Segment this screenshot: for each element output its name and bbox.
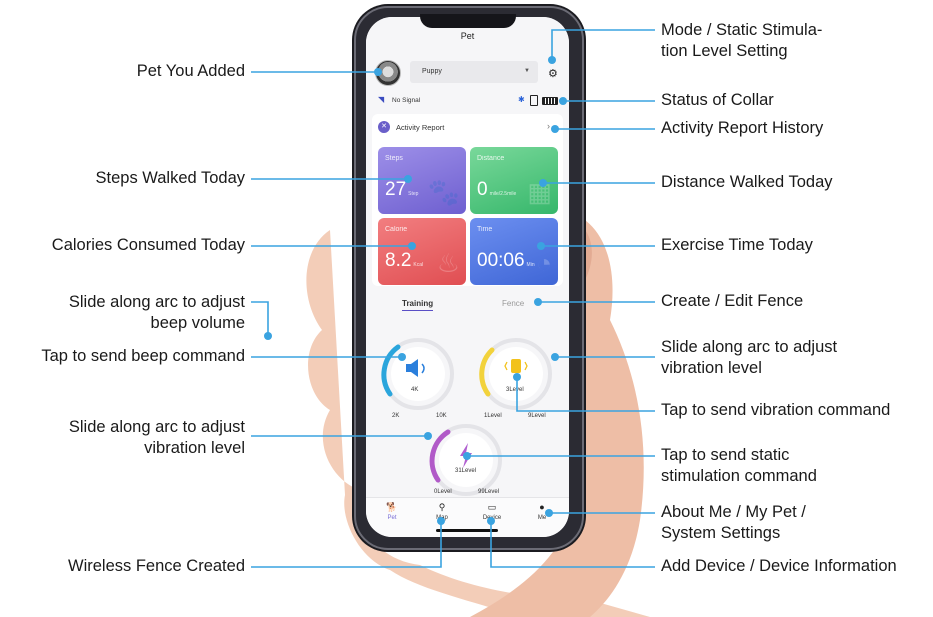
chevron-right-icon[interactable]: › [547, 121, 550, 131]
activity-icon: ✕ [378, 121, 390, 133]
distance-label: Distance [477, 155, 505, 162]
home-indicator [436, 529, 498, 532]
vibration-value: 3Level [506, 387, 524, 393]
time-tile[interactable]: Time ◔ 00:06 Min [470, 218, 558, 285]
beep-dial[interactable] [381, 338, 454, 410]
time-value: 00:06 [477, 250, 525, 271]
user-icon: ● [539, 502, 545, 512]
static-dial[interactable] [429, 424, 502, 496]
static-min: 0Level [434, 489, 452, 495]
steps-value: 27 [385, 179, 407, 200]
vibration-min: 1Level [484, 413, 502, 419]
distance-value: 0 [477, 179, 488, 200]
label-exercise-time: Exercise Time Today [661, 236, 813, 254]
label-activity-history: Activity Report History [661, 119, 824, 137]
label-add-device: Add Device / Device Information [661, 557, 897, 575]
calorie-tile[interactable]: Calorie ♨ 8.2 Kcal [378, 218, 466, 285]
calorie-label: Calorie [385, 226, 408, 233]
label-status-collar: Status of Collar [661, 91, 774, 109]
label-about-me: About Me / My Pet / System Settings [661, 503, 806, 542]
gear-icon[interactable]: ⚙ [548, 67, 558, 80]
label-static-tap: Tap to send static stimulation command [661, 446, 817, 485]
nav-map[interactable]: ⚲ Map [422, 502, 462, 521]
calorie-unit: Kcal [413, 262, 424, 268]
bluetooth-icon: ✱ [518, 95, 525, 104]
nav-me-label: Me [537, 515, 547, 521]
nav-map-label: Map [436, 515, 448, 521]
steps-unit: Step [408, 191, 419, 197]
app-title: Pet [460, 31, 475, 41]
pet-select[interactable]: Puppy ▼ [410, 61, 538, 83]
label-steps: Steps Walked Today [95, 169, 246, 187]
map-icon: ⚲ [438, 502, 446, 512]
signal-status: No Signal [392, 97, 421, 104]
device-icon: ▭ [487, 502, 497, 512]
label-fence: Create / Edit Fence [661, 292, 804, 310]
battery-icon [542, 97, 558, 105]
static-value: 31Level [455, 468, 477, 474]
nav-pet-label: Pet [387, 515, 397, 521]
chevron-down-icon: ▼ [524, 68, 530, 74]
ruler-icon: ▦ [527, 177, 552, 207]
calorie-value: 8.2 [385, 250, 412, 271]
collar-icon [530, 95, 538, 106]
label-static-slide: Slide along arc to adjust vibration leve… [68, 418, 245, 457]
label-mode-setting: Mode / Static Stimula- tion Level Settin… [661, 21, 823, 60]
label-distance: Distance Walked Today [661, 173, 833, 191]
distance-tile[interactable]: Distance ▦ 0 mile/2.5mile [470, 147, 558, 214]
time-label: Time [477, 226, 493, 233]
phone-screen: Pet Puppy ▼ ⚙ ◥ No Signal ✱ ✕ Activity R… [366, 17, 569, 537]
distance-unit: mile/2.5mile [489, 191, 517, 197]
paw-icon: 🐾 [427, 177, 460, 207]
phone-notch [420, 14, 516, 28]
flame-icon: ♨ [436, 248, 460, 278]
pet-avatar[interactable] [375, 60, 401, 86]
static-max: 99Level [478, 489, 500, 495]
nav-device-label: Device [482, 515, 502, 521]
signal-icon: ◥ [378, 95, 385, 104]
nav-device[interactable]: ▭ Device [472, 502, 512, 521]
pet-name: Puppy [422, 68, 442, 75]
beep-value: 4K [411, 387, 419, 393]
time-unit: Min [526, 262, 535, 268]
label-pet-you-added: Pet You Added [136, 62, 245, 80]
vibration-max: 9Level [528, 413, 546, 419]
steps-tile[interactable]: Steps 🐾 27 Step [378, 147, 466, 214]
dog-icon: 🐕 [386, 502, 398, 512]
label-vibration-slide: Slide along arc to adjust vibration leve… [661, 338, 838, 377]
label-calories: Calories Consumed Today [51, 236, 245, 254]
beep-min: 2K [392, 413, 400, 419]
label-beep-volume: Slide along arc to adjust beep volume [68, 293, 245, 332]
nav-pet[interactable]: 🐕 Pet [372, 502, 412, 521]
nav-me[interactable]: ● Me [522, 502, 562, 521]
diagram: Pet Puppy ▼ ⚙ ◥ No Signal ✱ ✕ Activity R… [0, 0, 933, 617]
label-wireless-fence: Wireless Fence Created [68, 557, 245, 575]
tab-training[interactable]: Training [402, 299, 434, 311]
steps-label: Steps [385, 155, 403, 162]
vibration-dial[interactable] [479, 338, 552, 410]
tab-fence[interactable]: Fence [502, 299, 524, 308]
activity-report-title: Activity Report [396, 123, 445, 132]
clock-icon: ◔ [536, 248, 552, 278]
beep-max: 10K [436, 413, 447, 419]
label-beep-tap: Tap to send beep command [41, 347, 245, 365]
label-vibration-tap: Tap to send vibration command [661, 401, 891, 419]
